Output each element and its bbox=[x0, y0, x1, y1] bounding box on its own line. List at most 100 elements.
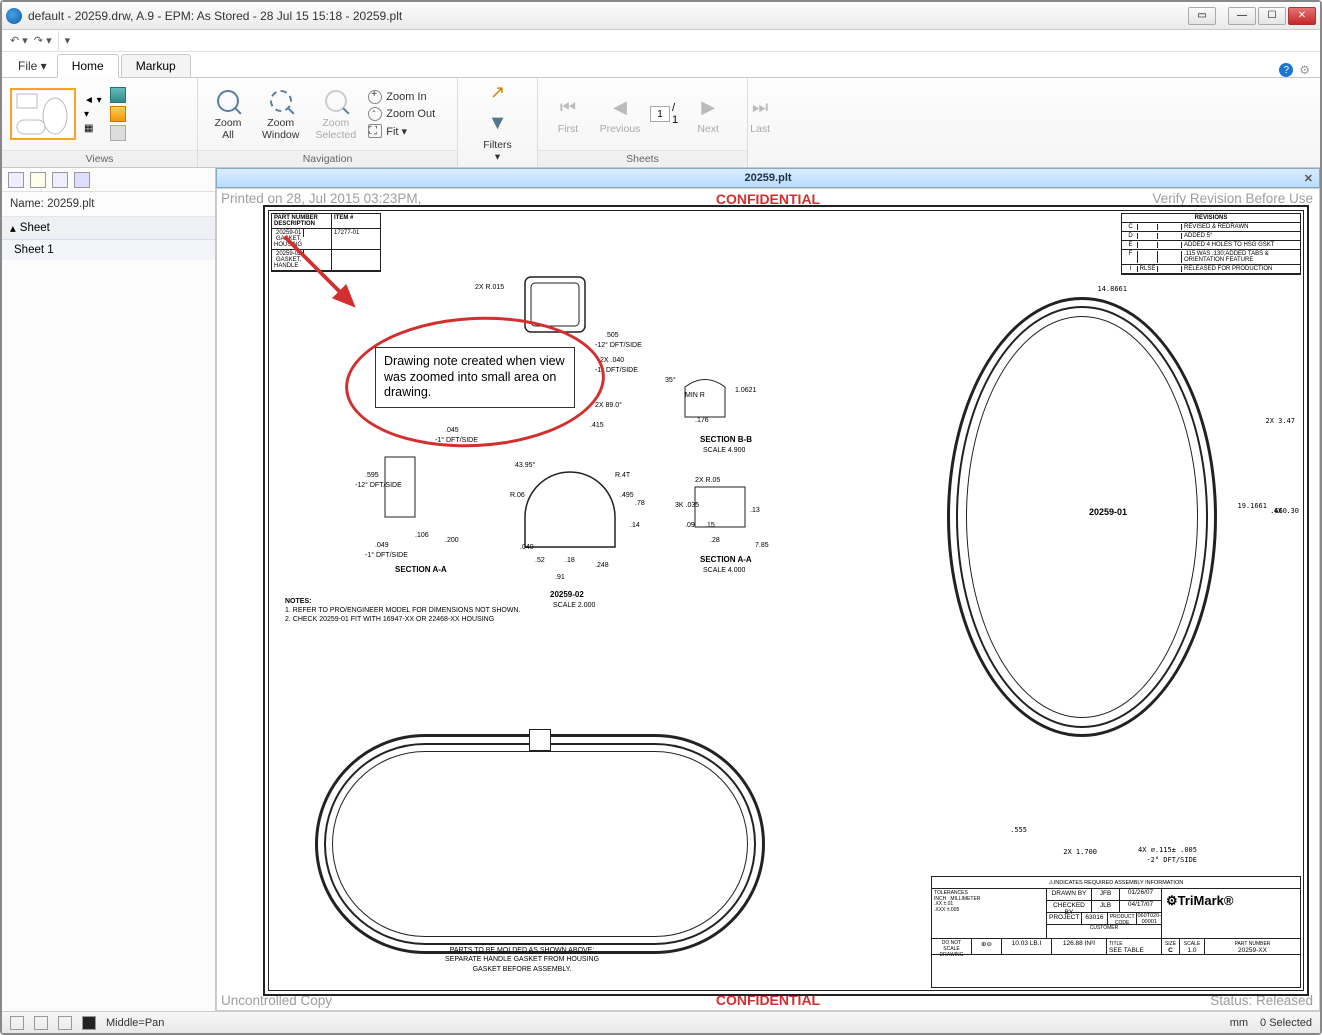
svg-text:SCALE 2.000: SCALE 2.000 bbox=[553, 602, 596, 607]
minimize-button[interactable]: — bbox=[1228, 7, 1256, 25]
svg-text:.200: .200 bbox=[445, 537, 459, 544]
zoom-out-button[interactable]: -Zoom Out bbox=[368, 107, 435, 121]
drawing-canvas[interactable]: Printed on 28, Jul 2015 03:23PM, CONFIDE… bbox=[216, 188, 1320, 1011]
svg-text:7.85: 7.85 bbox=[755, 542, 769, 549]
printed-watermark: Printed on 28, Jul 2015 03:23PM, bbox=[221, 191, 421, 206]
svg-text:-1° DFT/SIDE: -1° DFT/SIDE bbox=[365, 551, 408, 559]
redo-icon[interactable]: ↷ ▾ bbox=[34, 34, 52, 47]
quick-access-toolbar: ↶ ▾ ↷ ▾ ▾ bbox=[2, 30, 1320, 52]
svg-text:2X R.015: 2X R.015 bbox=[475, 284, 504, 291]
zoom-in-button[interactable]: +Zoom In bbox=[368, 90, 435, 104]
close-document-icon[interactable]: ✕ bbox=[1304, 172, 1313, 185]
svg-text:.176: .176 bbox=[695, 417, 709, 424]
svg-text:.28: .28 bbox=[710, 537, 720, 544]
svg-text:.595: .595 bbox=[365, 472, 379, 479]
svg-text:.13: .13 bbox=[750, 507, 760, 514]
view-tile3-icon[interactable] bbox=[110, 125, 126, 141]
first-sheet-button: ⏮First bbox=[546, 91, 590, 137]
svg-text:R.06: R.06 bbox=[510, 492, 525, 499]
display-arrow-icon[interactable]: ↗ bbox=[490, 82, 505, 103]
svg-text:MIN R: MIN R bbox=[685, 392, 705, 399]
svg-text:-12° DFT/SIDE: -12° DFT/SIDE bbox=[355, 481, 402, 489]
sheet-page-indicator: / 1 bbox=[650, 102, 678, 126]
settings-icon[interactable]: ⚙ bbox=[1299, 63, 1310, 77]
drawing-border: PART NUMBER DESCRIPTIONITEM # 20259-01GA… bbox=[263, 205, 1309, 996]
svg-text:2X .040: 2X .040 bbox=[600, 357, 624, 364]
svg-text:.78: .78 bbox=[635, 500, 645, 507]
svg-text:35°: 35° bbox=[665, 376, 676, 384]
tab-markup[interactable]: Markup bbox=[121, 54, 191, 77]
status-bar: Middle=Pan mm 0 Selected bbox=[2, 1011, 1320, 1033]
group-views-label: Views bbox=[2, 150, 197, 167]
svg-text:20259-02: 20259-02 bbox=[550, 590, 584, 599]
left-panel: Name: 20259.plt ▴ Sheet Sheet 1 bbox=[2, 168, 216, 1011]
zoom-window-button[interactable]: Zoom Window bbox=[258, 85, 303, 143]
svg-text:SECTION A-A: SECTION A-A bbox=[700, 555, 752, 564]
svg-text:R.4T: R.4T bbox=[615, 472, 631, 479]
maximize-button[interactable]: ☐ bbox=[1258, 7, 1286, 25]
ribbon: ◄ ▾ ▾ ▦ Views Zoom All Zoom Window Zoom … bbox=[2, 78, 1320, 168]
verify-watermark: Verify Revision Before Use bbox=[1152, 191, 1313, 206]
sheet-header[interactable]: ▴ Sheet bbox=[2, 217, 215, 240]
sheet-item-1[interactable]: Sheet 1 bbox=[2, 240, 215, 260]
popout-button[interactable]: ▭ bbox=[1188, 7, 1216, 25]
svg-text:SECTION A-A: SECTION A-A bbox=[395, 565, 447, 574]
svg-text:.049: .049 bbox=[375, 542, 389, 549]
current-sheet-input[interactable] bbox=[650, 106, 670, 122]
title-block: ⚠INDICATES REQUIRED ASSEMBLY INFORMATION… bbox=[931, 876, 1301, 988]
sb-layout1-icon[interactable] bbox=[10, 1016, 24, 1030]
annotation-note[interactable]: Drawing note created when view was zoome… bbox=[375, 347, 575, 408]
filters-button[interactable]: ▼Filters ▾ bbox=[476, 107, 520, 165]
qat-customize-icon[interactable]: ▾ bbox=[65, 34, 71, 47]
panel-btn-3[interactable] bbox=[52, 172, 68, 188]
revision-table: REVISIONS CREVISED & REDRAWN DADDED 5° E… bbox=[1121, 213, 1301, 275]
panel-btn-1[interactable] bbox=[8, 172, 24, 188]
tab-home[interactable]: Home bbox=[57, 54, 119, 78]
file-menu[interactable]: File ▾ bbox=[8, 55, 57, 77]
collapse-icon[interactable]: ▴ bbox=[10, 221, 16, 235]
view-thumbnail[interactable] bbox=[10, 88, 76, 140]
fit-button[interactable]: ⛶Fit ▾ bbox=[368, 124, 435, 138]
close-button[interactable]: ✕ bbox=[1288, 7, 1316, 25]
group-sheets-label: Sheets bbox=[538, 150, 747, 167]
app-icon bbox=[6, 8, 22, 24]
svg-text:SECTION B-B: SECTION B-B bbox=[700, 435, 752, 444]
document-tab[interactable]: 20259.plt ✕ bbox=[216, 168, 1320, 188]
svg-text:.495: .495 bbox=[620, 492, 634, 499]
svg-text:.09: .09 bbox=[685, 522, 695, 529]
svg-text:SCALE 4.900: SCALE 4.900 bbox=[703, 447, 746, 454]
svg-text:.415: .415 bbox=[590, 422, 604, 429]
help-icon[interactable]: ? bbox=[1279, 63, 1293, 77]
zoom-selected-button: Zoom Selected bbox=[311, 85, 360, 143]
view-tile2-icon[interactable] bbox=[110, 106, 126, 122]
undo-icon[interactable]: ↶ ▾ bbox=[10, 34, 28, 47]
svg-text:2X R.05: 2X R.05 bbox=[695, 477, 720, 484]
svg-text:1.0621: 1.0621 bbox=[735, 387, 757, 394]
sb-middle-pan: Middle=Pan bbox=[106, 1017, 164, 1029]
panel-btn-2[interactable] bbox=[30, 172, 46, 188]
svg-text:-12° DFT/SIDE: -12° DFT/SIDE bbox=[595, 341, 642, 349]
view-tile1-icon[interactable] bbox=[110, 87, 126, 103]
panel-btn-4[interactable] bbox=[74, 172, 90, 188]
window-titlebar: default - 20259.drw, A.9 - EPM: As Store… bbox=[2, 2, 1320, 30]
svg-text:.15: .15 bbox=[705, 522, 715, 529]
next-sheet-button: ▶Next bbox=[686, 91, 730, 137]
svg-text:.91: .91 bbox=[555, 574, 565, 581]
view-dropdown-icon[interactable]: ▾ bbox=[84, 109, 102, 120]
sb-layout2-icon[interactable] bbox=[34, 1016, 48, 1030]
view-prev-icon[interactable]: ◄ ▾ bbox=[84, 95, 102, 106]
sb-cmd-icon[interactable] bbox=[82, 1016, 96, 1030]
sb-selected: 0 Selected bbox=[1260, 1017, 1312, 1029]
zoom-all-button[interactable]: Zoom All bbox=[206, 85, 250, 143]
svg-text:3K .035: 3K .035 bbox=[675, 502, 699, 509]
file-name-row: Name: 20259.plt bbox=[2, 192, 215, 217]
ribbon-tabs: File ▾ Home Markup ? ⚙ bbox=[2, 52, 1320, 78]
svg-text:.505: .505 bbox=[605, 332, 619, 339]
view-grid-icon[interactable]: ▦ bbox=[84, 123, 102, 134]
sb-layout3-icon[interactable] bbox=[58, 1016, 72, 1030]
svg-text:.106: .106 bbox=[415, 532, 429, 539]
main-part-label: 20259-01 bbox=[1089, 507, 1127, 517]
svg-text:.040: .040 bbox=[520, 544, 534, 551]
drawing-notes: NOTES: 1. REFER TO PRO/ENGINEER MODEL FO… bbox=[285, 597, 520, 624]
gasket-main-view bbox=[947, 297, 1217, 737]
